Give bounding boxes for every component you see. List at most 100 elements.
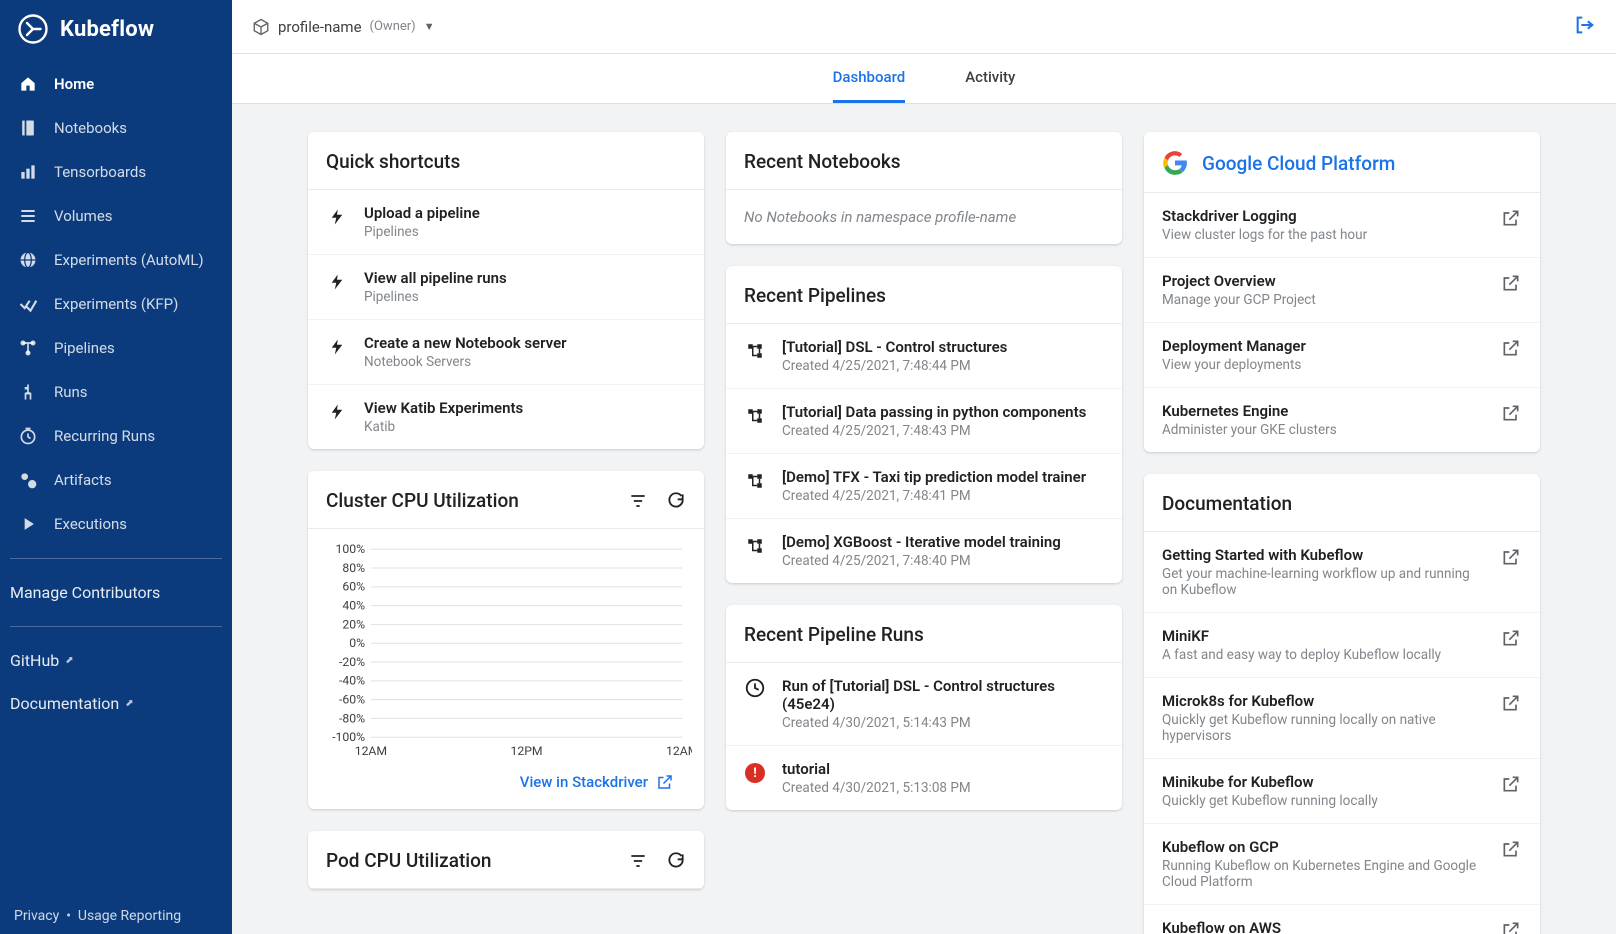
clock-icon	[18, 426, 38, 446]
tab-dashboard[interactable]: Dashboard	[833, 54, 906, 103]
nav: HomeNotebooksTensorboardsVolumesExperime…	[0, 62, 232, 546]
item-title: Stackdriver Logging	[1162, 207, 1484, 225]
documentation-link[interactable]: Documentation⬈	[0, 682, 232, 725]
filter-icon[interactable]	[628, 491, 648, 511]
divider	[10, 558, 222, 559]
item-sub: Get your machine-learning workflow up an…	[1162, 566, 1484, 598]
run-icon	[18, 382, 38, 402]
refresh-icon[interactable]	[666, 851, 686, 871]
item-sub: Quickly get Kubeflow running locally on …	[1162, 712, 1484, 744]
item-sub: Created 4/25/2021, 7:48:43 PM	[782, 423, 1104, 439]
nav-item-artifacts[interactable]: Artifacts	[0, 458, 232, 502]
globe-icon	[18, 250, 38, 270]
item-sub: Created 4/25/2021, 7:48:41 PM	[782, 488, 1104, 504]
gcp-link-item[interactable]: Project OverviewManage your GCP Project	[1144, 258, 1540, 323]
gcp-link-item[interactable]: Kubernetes EngineAdminister your GKE clu…	[1144, 388, 1540, 452]
pipeline-item[interactable]: [Demo] XGBoost - Iterative model trainin…	[726, 519, 1122, 583]
nav-item-home[interactable]: Home	[0, 62, 232, 106]
nav-item-recurring-runs[interactable]: Recurring Runs	[0, 414, 232, 458]
item-title: View Katib Experiments	[364, 399, 686, 417]
docs-label: Documentation	[10, 694, 119, 713]
shortcut-item[interactable]: View Katib Experiments Katib	[308, 385, 704, 449]
recent-notebooks-card: Recent Notebooks No Notebooks in namespa…	[726, 132, 1122, 244]
pipeline-item[interactable]: [Tutorial] Data passing in python compon…	[726, 389, 1122, 454]
doc-link-item[interactable]: Microk8s for KubeflowQuickly get Kubeflo…	[1144, 678, 1540, 759]
nav-item-volumes[interactable]: Volumes	[0, 194, 232, 238]
item-sub: Pipelines	[364, 224, 686, 240]
doc-link-item[interactable]: MiniKFA fast and easy way to deploy Kube…	[1144, 613, 1540, 678]
svg-text:12PM: 12PM	[510, 744, 542, 758]
nav-item-label: Recurring Runs	[54, 427, 155, 445]
shortcut-item[interactable]: Create a new Notebook server Notebook Ser…	[308, 320, 704, 385]
svg-text:100%: 100%	[335, 542, 365, 556]
nav-item-label: Notebooks	[54, 119, 127, 137]
item-sub: Created 4/30/2021, 5:14:43 PM	[782, 715, 1104, 731]
external-icon	[1500, 402, 1522, 424]
item-sub: View your deployments	[1162, 357, 1484, 373]
check-icon	[18, 294, 38, 314]
pipeline-item[interactable]: [Demo] TFX - Taxi tip prediction model t…	[726, 454, 1122, 519]
svg-text:12AM: 12AM	[355, 744, 387, 758]
pipeline-icon	[744, 470, 766, 492]
item-title: [Demo] TFX - Taxi tip prediction model t…	[782, 468, 1104, 486]
item-title: Kubeflow on AWS	[1162, 919, 1484, 934]
card-title: Recent Notebooks	[726, 132, 1122, 190]
item-sub: View cluster logs for the past hour	[1162, 227, 1484, 243]
logout-button[interactable]	[1574, 14, 1596, 40]
doc-link-item[interactable]: Minikube for KubeflowQuickly get Kubeflo…	[1144, 759, 1540, 824]
topbar: profile-name (Owner) ▼	[232, 0, 1616, 54]
nav-item-experiments-automl-[interactable]: Experiments (AutoML)	[0, 238, 232, 282]
list-icon	[18, 206, 38, 226]
shortcut-item[interactable]: Upload a pipelinePipelines	[308, 190, 704, 255]
external-icon	[1500, 773, 1522, 795]
item-sub: Created 4/25/2021, 7:48:40 PM	[782, 553, 1104, 569]
manage-contributors-link[interactable]: Manage Contributors	[0, 571, 232, 614]
svg-text:20%: 20%	[342, 617, 365, 631]
recent-runs-card: Recent Pipeline Runs Run of [Tutorial] D…	[726, 605, 1122, 810]
item-title: Deployment Manager	[1162, 337, 1484, 355]
item-sub: Katib	[364, 419, 686, 435]
view-stackdriver-link[interactable]: View in Stackdriver	[320, 773, 692, 791]
external-icon	[1500, 627, 1522, 649]
gcp-link-item[interactable]: Stackdriver Logging View cluster logs for…	[1144, 193, 1540, 258]
nav-item-label: Tensorboards	[54, 163, 146, 181]
empty-message: No Notebooks in namespace profile-name	[726, 190, 1122, 244]
content: Quick shortcuts Upload a pipelinePipelin…	[232, 104, 1616, 934]
item-title: Run of [Tutorial] DSL - Control structur…	[782, 677, 1104, 713]
doc-link-item[interactable]: Getting Started with KubeflowGet your ma…	[1144, 532, 1540, 613]
logo-row: Kubeflow	[0, 0, 232, 62]
pipeline-item[interactable]: [Tutorial] DSL - Control structuresCreat…	[726, 324, 1122, 389]
nav-item-tensorboards[interactable]: Tensorboards	[0, 150, 232, 194]
run-item[interactable]: Run of [Tutorial] DSL - Control structur…	[726, 663, 1122, 746]
svg-text:-40%: -40%	[339, 674, 365, 688]
doc-link-item[interactable]: Kubeflow on AWSRunning Kubeflow on Elast…	[1144, 905, 1540, 934]
svg-text:40%: 40%	[342, 599, 365, 613]
nav-item-runs[interactable]: Runs	[0, 370, 232, 414]
divider	[10, 626, 222, 627]
gcp-link-item[interactable]: Deployment Manager View your deployments	[1144, 323, 1540, 388]
tab-activity[interactable]: Activity	[965, 54, 1015, 103]
refresh-icon[interactable]	[666, 491, 686, 511]
nav-item-pipelines[interactable]: Pipelines	[0, 326, 232, 370]
brand-name: Kubeflow	[60, 17, 154, 42]
nav-item-notebooks[interactable]: Notebooks	[0, 106, 232, 150]
item-sub: Pipelines	[364, 289, 686, 305]
external-icon	[1500, 919, 1522, 934]
chart-icon	[18, 162, 38, 182]
filter-icon[interactable]	[628, 851, 648, 871]
shortcut-item[interactable]: View all pipeline runsPipelines	[308, 255, 704, 320]
run-item[interactable]: !tutorialCreated 4/30/2021, 5:13:08 PM	[726, 746, 1122, 810]
external-icon	[1500, 207, 1522, 229]
profile-selector[interactable]: profile-name (Owner) ▼	[252, 18, 435, 36]
pod-cpu-card: Pod CPU Utilization	[308, 831, 704, 889]
item-title: Create a new Notebook server	[364, 334, 686, 352]
gcp-logo-icon	[1162, 150, 1188, 176]
item-sub: Notebook Servers	[364, 354, 686, 370]
usage-reporting-link[interactable]: Usage Reporting	[78, 908, 181, 924]
nav-item-executions[interactable]: Executions	[0, 502, 232, 546]
doc-link-item[interactable]: Kubeflow on GCPRunning Kubeflow on Kuber…	[1144, 824, 1540, 905]
nav-item-experiments-kfp-[interactable]: Experiments (KFP)	[0, 282, 232, 326]
privacy-link[interactable]: Privacy	[14, 908, 59, 924]
github-link[interactable]: GitHub⬈	[0, 639, 232, 682]
svg-text:-60%: -60%	[339, 693, 365, 707]
